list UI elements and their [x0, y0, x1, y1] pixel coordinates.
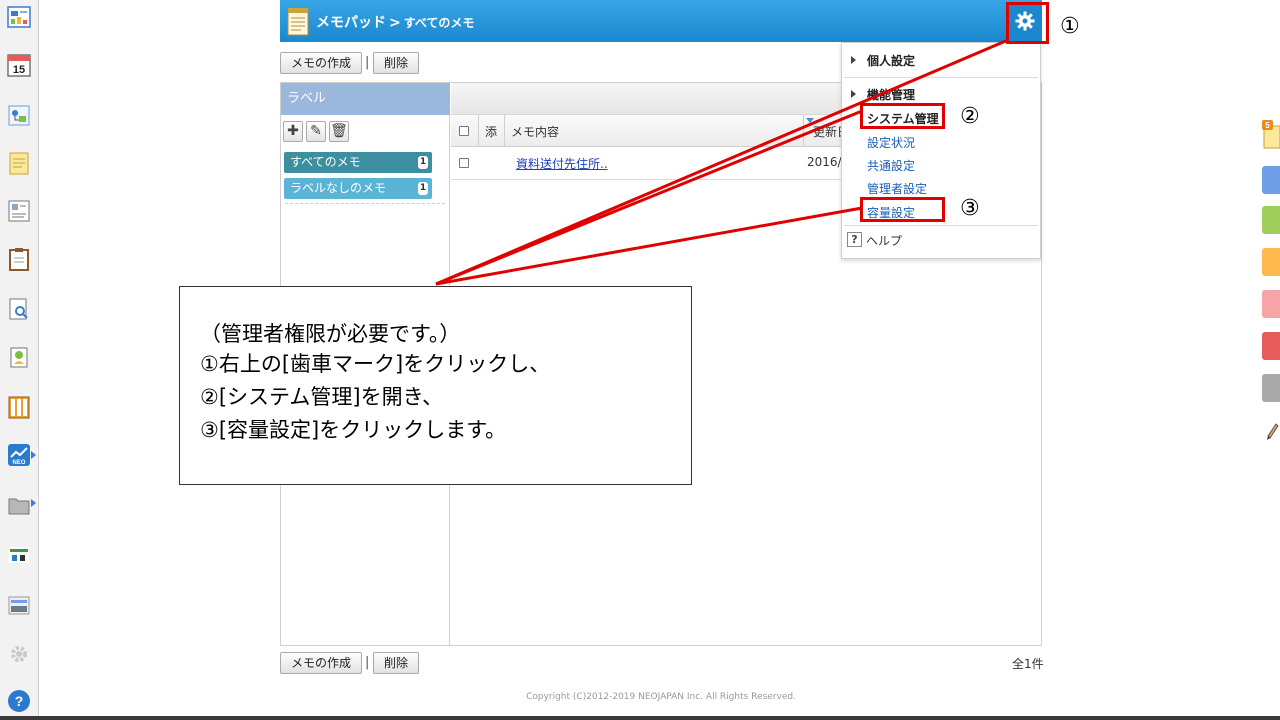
- timecard-icon[interactable]: [6, 542, 32, 568]
- right-tab-orange[interactable]: [1262, 248, 1280, 276]
- label-pane-heading: ラベル: [281, 83, 450, 115]
- delete-button-bottom[interactable]: 削除: [373, 652, 420, 674]
- notice-board-icon[interactable]: [6, 198, 32, 224]
- menu-feature-management[interactable]: 機能管理: [867, 86, 915, 103]
- taskbar-strip: [0, 716, 1280, 720]
- column-divider: [504, 115, 505, 147]
- notepad-icon: [286, 6, 310, 36]
- caret-right-icon: [851, 56, 856, 64]
- memo-badge-icon[interactable]: 5: [1262, 120, 1280, 150]
- calendar-day: 15: [13, 64, 25, 76]
- toolbar-separator: |: [365, 655, 370, 670]
- left-app-sidebar: 15 NEO ?: [0, 0, 39, 720]
- menu-admin-settings[interactable]: 管理者設定: [867, 180, 927, 197]
- right-tab-blue[interactable]: [1262, 166, 1280, 194]
- calendar-icon[interactable]: 15: [6, 52, 32, 78]
- label-count-badge: 1: [418, 156, 428, 169]
- label-item-name: ラベルなしのメモ: [290, 181, 387, 195]
- step-marker-2: ②: [960, 104, 980, 129]
- screen: 15 NEO ? 5 メモパッド > すべてのメモ メモの作成 | 削除 ラベル…: [0, 0, 1280, 720]
- label-item-unlabeled[interactable]: ラベルなしのメモ 1: [284, 178, 432, 199]
- expand-arrow-icon[interactable]: [31, 499, 36, 507]
- create-memo-button-bottom[interactable]: メモの作成: [280, 652, 363, 674]
- delete-button[interactable]: 削除: [373, 52, 420, 74]
- column-attach[interactable]: 添: [485, 123, 497, 140]
- clipboard-icon[interactable]: [6, 246, 32, 272]
- right-tab-red[interactable]: [1262, 332, 1280, 360]
- create-memo-button[interactable]: メモの作成: [280, 52, 363, 74]
- breadcrumb-current: すべてのメモ: [403, 16, 475, 30]
- gear-icon[interactable]: [6, 641, 32, 667]
- total-count: 全1件: [1012, 657, 1044, 671]
- address-book-icon[interactable]: [6, 344, 32, 370]
- memo-icon[interactable]: [6, 150, 32, 176]
- right-tab-gray[interactable]: [1262, 374, 1280, 402]
- label-tools: ✚ ✎ 🗑: [283, 121, 353, 143]
- memo-title-link[interactable]: 資料送付先住所..: [516, 155, 608, 172]
- highlight-gear: [1006, 2, 1049, 44]
- badge-count: 5: [1265, 121, 1270, 130]
- column-content[interactable]: メモ内容: [511, 123, 559, 140]
- search-doc-icon[interactable]: [6, 296, 32, 322]
- callout-line-1: （管理者権限が必要です。）: [200, 322, 461, 346]
- dashboard-icon[interactable]: [6, 4, 32, 30]
- delete-label-button[interactable]: 🗑: [329, 121, 349, 142]
- settings-dropdown: 個人設定 機能管理 システム管理 設定状況 共通設定 管理者設定 容量設定 ? …: [841, 42, 1041, 259]
- app-header: メモパッド > すべてのメモ: [280, 0, 1042, 42]
- folder-icon[interactable]: [6, 492, 32, 518]
- menu-settings-status[interactable]: 設定状況: [867, 134, 915, 151]
- highlight-capacity-settings: [860, 197, 945, 222]
- right-tab-strip: 5: [1262, 118, 1280, 448]
- add-label-button[interactable]: ✚: [283, 121, 303, 142]
- right-tab-pink[interactable]: [1262, 290, 1280, 318]
- plus-icon: ✚: [287, 123, 299, 139]
- step-marker-3: ③: [960, 196, 980, 221]
- right-tab-green[interactable]: [1262, 206, 1280, 234]
- column-divider: [803, 115, 804, 147]
- breadcrumb-separator: >: [389, 15, 401, 31]
- label-item-all[interactable]: すべてのメモ 1: [284, 152, 432, 173]
- news-icon[interactable]: [6, 592, 32, 618]
- callout-line-4: ③[容量設定]をクリックします。: [200, 418, 507, 442]
- svg-text:NEO: NEO: [12, 460, 25, 466]
- edit-label-button[interactable]: ✎: [306, 121, 326, 142]
- expand-arrow-icon[interactable]: [31, 451, 36, 459]
- svg-text:?: ?: [15, 693, 24, 709]
- breadcrumb-root[interactable]: メモパッド: [316, 15, 386, 31]
- row-checkbox[interactable]: [459, 158, 469, 168]
- help-icon: ?: [847, 232, 862, 247]
- breadcrumb: メモパッド > すべてのメモ: [316, 12, 474, 32]
- column-divider: [478, 115, 479, 147]
- caret-right-icon: [851, 90, 856, 98]
- instruction-callout: （管理者権限が必要です。） ①右上の[歯車マーク]をクリックし、 ②[システム管…: [179, 286, 692, 485]
- menu-divider: [844, 225, 1038, 226]
- workflow-icon[interactable]: [6, 102, 32, 128]
- menu-personal-settings[interactable]: 個人設定: [867, 52, 915, 69]
- pencil-icon: ✎: [310, 123, 322, 139]
- callout-line-2: ①右上の[歯車マーク]をクリックし、: [200, 352, 551, 376]
- trash-icon: 🗑: [330, 123, 348, 139]
- label-count-badge: 1: [418, 182, 428, 195]
- select-all-checkbox[interactable]: [459, 126, 469, 136]
- pencil-icon[interactable]: [1264, 418, 1280, 442]
- menu-divider: [844, 77, 1038, 78]
- cabinet-icon[interactable]: [6, 394, 32, 420]
- label-item-name: すべてのメモ: [290, 155, 361, 169]
- menu-common-settings[interactable]: 共通設定: [867, 157, 915, 174]
- callout-line-3: ②[システム管理]を開き、: [200, 385, 444, 409]
- help-icon[interactable]: ?: [6, 688, 32, 714]
- highlight-system-management: [860, 103, 945, 129]
- label-divider: [285, 203, 445, 204]
- step-marker-1: ①: [1060, 14, 1080, 39]
- menu-help[interactable]: ヘルプ: [866, 232, 902, 249]
- toolbar-separator: |: [365, 55, 370, 70]
- copyright-text: Copyright (C)2012-2019 NEOJAPAN Inc. All…: [526, 692, 796, 702]
- neo-chart-icon[interactable]: NEO: [6, 442, 32, 468]
